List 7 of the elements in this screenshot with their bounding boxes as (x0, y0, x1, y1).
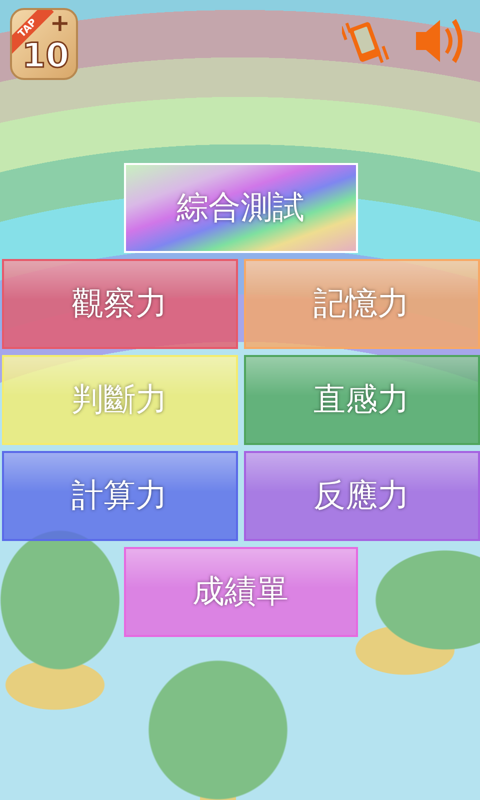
results-button[interactable]: 成績單 (124, 547, 358, 637)
mode-button[interactable]: 記憶力 (244, 259, 480, 349)
mode-button[interactable]: 計算力 (2, 451, 238, 541)
mode-button[interactable]: 觀察力 (2, 259, 238, 349)
mode-button[interactable]: 反應力 (244, 451, 480, 541)
comprehensive-test-button[interactable]: 綜合測試 (124, 163, 358, 253)
mode-button[interactable]: 直感力 (244, 355, 480, 445)
